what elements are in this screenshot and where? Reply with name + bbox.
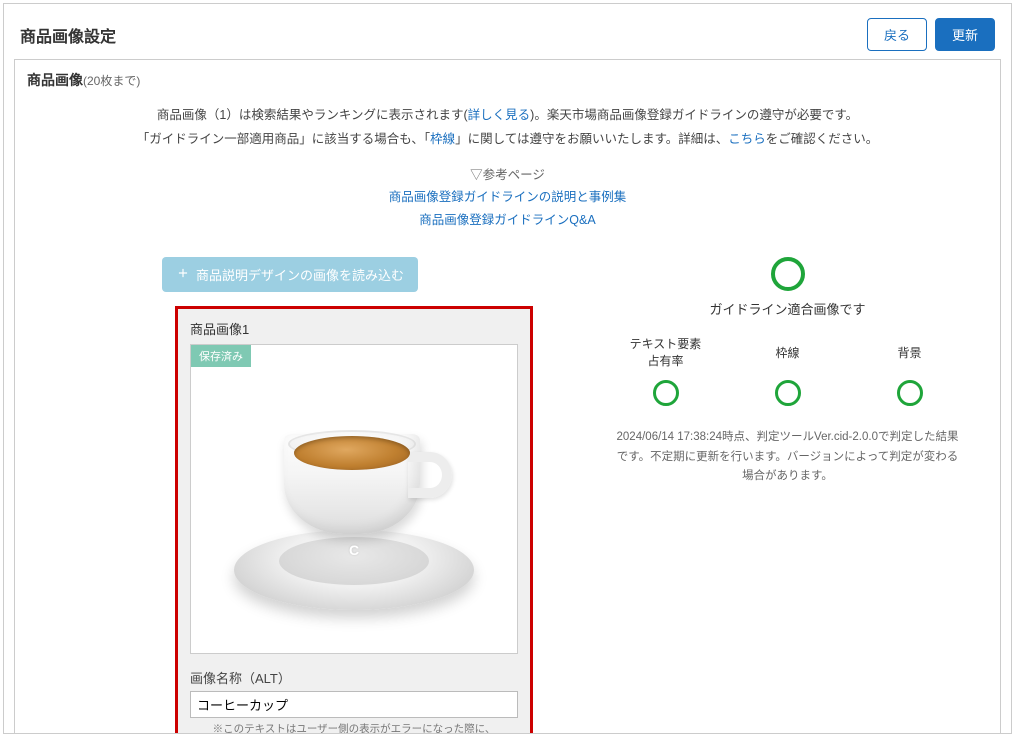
page-title: 商品画像設定 <box>20 23 116 47</box>
criteria-border: 枠線 <box>752 336 824 406</box>
info-line2-pre: 「ガイドライン一部適用商品」に該当する場合も、「 <box>137 132 430 146</box>
info-line2-mid: 」に関しては遵守をお願いいたします。詳細は、 <box>455 132 728 146</box>
criteria-border-label: 枠線 <box>752 336 824 370</box>
load-button-wrap: 商品説明デザインの画像を読み込む <box>25 257 555 292</box>
alt-note-line1: ※このテキストはユーザー側の表示がエラーになった際に、 <box>213 723 496 734</box>
section-heading: 商品画像(20枚まで) <box>15 60 1000 96</box>
image-preview-frame[interactable]: 保存済み C <box>190 344 518 654</box>
criteria-row: テキスト要素占有率 枠線 背景 <box>585 336 990 406</box>
left-column: 商品説明デザインの画像を読み込む 商品画像1 保存済み <box>25 257 555 734</box>
ok-icon <box>653 380 679 406</box>
guideline-ok-text: ガイドライン適合画像です <box>585 299 990 318</box>
load-button-label: 商品説明デザインの画像を読み込む <box>196 265 404 284</box>
criteria-text-ratio: テキスト要素占有率 <box>630 336 702 406</box>
detail-link[interactable]: 詳しく見る <box>468 108 531 122</box>
judgment-note: 2024/06/14 17:38:24時点、判定ツールVer.cid-2.0.0… <box>585 428 990 487</box>
reference-block: ▽参考ページ 商品画像登録ガイドラインの説明と事例集 商品画像登録ガイドラインQ… <box>15 164 1000 232</box>
image-card: 商品画像1 保存済み <box>178 309 530 734</box>
main-panel: 商品画像(20枚まで) 商品画像（1）は検索結果やランキングに表示されます(詳し… <box>14 59 1001 734</box>
image-card-title: 商品画像1 <box>190 319 518 338</box>
overlay-letter: C <box>349 542 359 558</box>
right-column: ガイドライン適合画像です テキスト要素占有率 枠線 背景 20 <box>585 257 990 734</box>
ref-link-guideline-qa[interactable]: 商品画像登録ガイドラインQ&A <box>15 209 1000 232</box>
alt-note: ※このテキストはユーザー側の表示がエラーになった際に、 画像の代わりに表示されま… <box>190 722 518 734</box>
criteria-text-ratio-label: テキスト要素占有率 <box>630 336 702 370</box>
border-keyword: 枠線 <box>430 132 455 146</box>
load-icon <box>176 266 190 283</box>
ref-link-guideline-examples[interactable]: 商品画像登録ガイドラインの説明と事例集 <box>15 186 1000 209</box>
section-limit-label: (20枚まで) <box>83 74 140 88</box>
criteria-background-label: 背景 <box>874 336 946 370</box>
load-design-images-button[interactable]: 商品説明デザインの画像を読み込む <box>162 257 418 292</box>
ok-icon <box>897 380 923 406</box>
here-link[interactable]: こちら <box>728 132 766 146</box>
cup-handle-shape <box>408 452 452 498</box>
page-container: 商品画像設定 戻る 更新 商品画像(20枚まで) 商品画像（1）は検索結果やラン… <box>3 3 1012 734</box>
info-line-1: 商品画像（1）は検索結果やランキングに表示されます(詳しく見る)。楽天市場商品画… <box>35 104 980 128</box>
info-line1-post: )。楽天市場商品画像登録ガイドラインの遵守が必要です。 <box>530 108 858 122</box>
page-header: 商品画像設定 戻る 更新 <box>4 4 1011 59</box>
info-text-block: 商品画像（1）は検索結果やランキングに表示されます(詳しく見る)。楽天市場商品画… <box>15 96 1000 158</box>
product-image: C <box>224 414 484 614</box>
alt-field-label: 画像名称（ALT） <box>190 668 518 687</box>
section-main-label: 商品画像 <box>27 72 83 88</box>
back-button[interactable]: 戻る <box>867 18 927 51</box>
info-line1-pre: 商品画像（1）は検索結果やランキングに表示されます( <box>157 108 468 122</box>
cup-shape <box>284 428 424 538</box>
content-columns: 商品説明デザインの画像を読み込む 商品画像1 保存済み <box>15 257 1000 734</box>
image-card-highlight: 商品画像1 保存済み <box>175 306 533 734</box>
info-line2-post: をご確認ください。 <box>766 132 879 146</box>
update-button[interactable]: 更新 <box>935 18 995 51</box>
info-line-2: 「ガイドライン一部適用商品」に該当する場合も、「枠線」に関しては遵守をお願いいた… <box>35 128 980 152</box>
overall-ok-icon <box>771 257 805 291</box>
criteria-background: 背景 <box>874 336 946 406</box>
ok-icon <box>775 380 801 406</box>
cup-liquid-shape <box>294 436 410 470</box>
saved-badge: 保存済み <box>191 345 251 367</box>
alt-text-input[interactable] <box>190 691 518 718</box>
header-buttons: 戻る 更新 <box>867 18 995 51</box>
reference-heading: ▽参考ページ <box>15 164 1000 187</box>
